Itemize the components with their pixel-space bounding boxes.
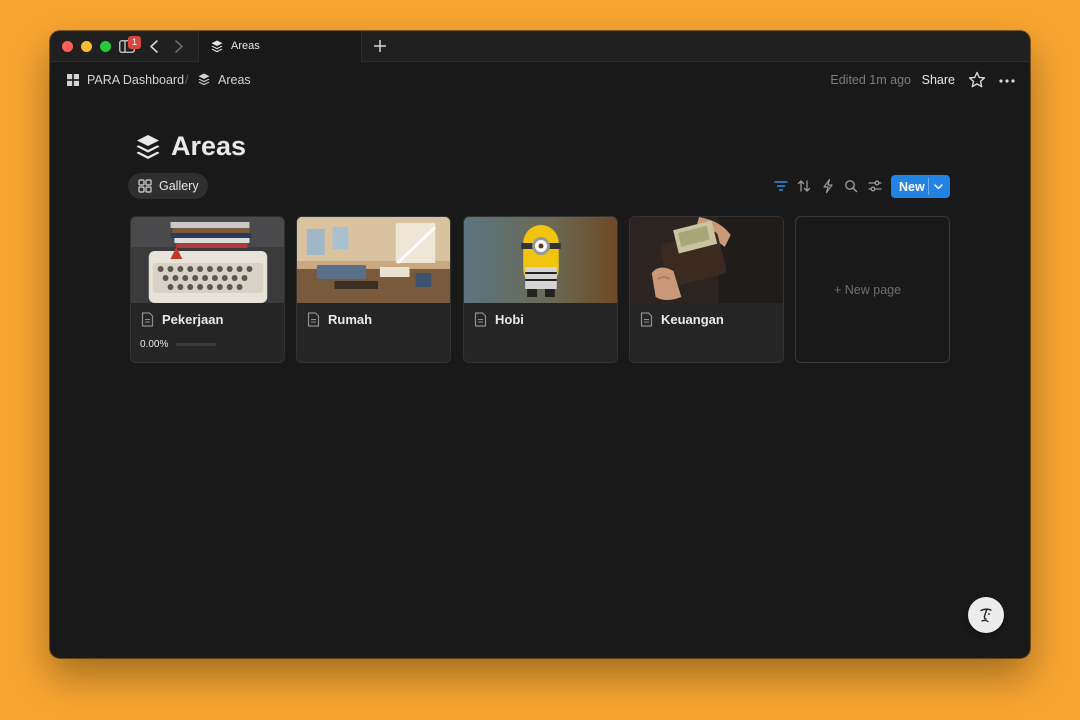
edited-timestamp: Edited 1m ago bbox=[830, 73, 911, 87]
new-button-label: New bbox=[899, 180, 925, 194]
new-button-divider bbox=[928, 178, 929, 195]
gallery-grid-icon bbox=[138, 179, 152, 193]
stack-page-icon[interactable] bbox=[136, 134, 160, 161]
star-favorite-icon[interactable] bbox=[968, 71, 986, 89]
help-button[interactable] bbox=[968, 597, 1004, 633]
minion-cover-image bbox=[464, 217, 617, 303]
stack-icon bbox=[198, 73, 210, 86]
back-arrow-icon[interactable] bbox=[148, 39, 160, 54]
app-window: 1 Areas PARA Dashboard / Areas Edited 1m… bbox=[50, 31, 1030, 658]
stack-icon bbox=[211, 40, 223, 53]
page-topbar: PARA Dashboard / Areas Edited 1m ago Sha… bbox=[50, 62, 1030, 100]
page-document-icon bbox=[640, 312, 653, 327]
gallery-card-rumah[interactable]: Rumah bbox=[296, 216, 451, 363]
more-options-icon[interactable] bbox=[998, 72, 1016, 90]
notion-ai-face-icon bbox=[980, 608, 992, 623]
new-page-label: + New page bbox=[834, 283, 902, 297]
close-window-button[interactable] bbox=[62, 41, 73, 52]
minimize-window-button[interactable] bbox=[81, 41, 92, 52]
card-title: Keuangan bbox=[661, 312, 724, 327]
breadcrumb-areas[interactable]: Areas bbox=[218, 73, 251, 87]
card-title: Hobi bbox=[495, 312, 524, 327]
sort-icon[interactable] bbox=[796, 178, 812, 194]
progress-percent: 0.00% bbox=[140, 339, 169, 350]
breadcrumb-separator: / bbox=[185, 73, 189, 87]
page-document-icon bbox=[141, 312, 154, 327]
gallery-view-label: Gallery bbox=[159, 179, 199, 193]
gallery-view-tab[interactable]: Gallery bbox=[128, 173, 208, 199]
chevron-down-icon[interactable] bbox=[933, 181, 944, 192]
filter-icon[interactable] bbox=[773, 178, 789, 194]
typewriter-cover-image bbox=[131, 217, 284, 303]
card-title: Rumah bbox=[328, 312, 373, 327]
new-button[interactable]: New bbox=[891, 175, 950, 198]
maximize-window-button[interactable] bbox=[100, 41, 111, 52]
notification-badge: 1 bbox=[128, 36, 141, 49]
breadcrumb-para-dashboard[interactable]: PARA Dashboard bbox=[87, 73, 184, 87]
new-tab-plus-icon[interactable] bbox=[372, 38, 388, 54]
tab-bar: 1 Areas bbox=[50, 31, 1030, 62]
new-page-card[interactable]: + New page bbox=[795, 216, 950, 363]
page-document-icon bbox=[474, 312, 487, 327]
page-title: Areas bbox=[171, 131, 247, 161]
page-document-icon bbox=[307, 312, 320, 327]
browser-tab-areas[interactable]: Areas bbox=[198, 31, 362, 62]
gallery-card-hobi[interactable]: Hobi bbox=[463, 216, 618, 363]
settings-sliders-icon[interactable] bbox=[867, 178, 883, 194]
wallet-cover-image bbox=[630, 217, 783, 303]
share-button[interactable]: Share bbox=[922, 73, 955, 87]
gallery-card-keuangan[interactable]: Keuangan bbox=[629, 216, 784, 363]
forward-arrow-icon[interactable] bbox=[173, 39, 185, 54]
automation-lightning-icon[interactable] bbox=[820, 178, 836, 194]
living-room-cover-image bbox=[297, 217, 450, 303]
progress-bar bbox=[176, 343, 216, 346]
card-title: Pekerjaan bbox=[162, 312, 224, 327]
gallery-card-pekerjaan[interactable]: Pekerjaan 0.00% bbox=[130, 216, 285, 363]
tab-title: Areas bbox=[231, 40, 260, 52]
search-icon[interactable] bbox=[843, 178, 859, 194]
dashboard-grid-icon bbox=[67, 74, 79, 86]
